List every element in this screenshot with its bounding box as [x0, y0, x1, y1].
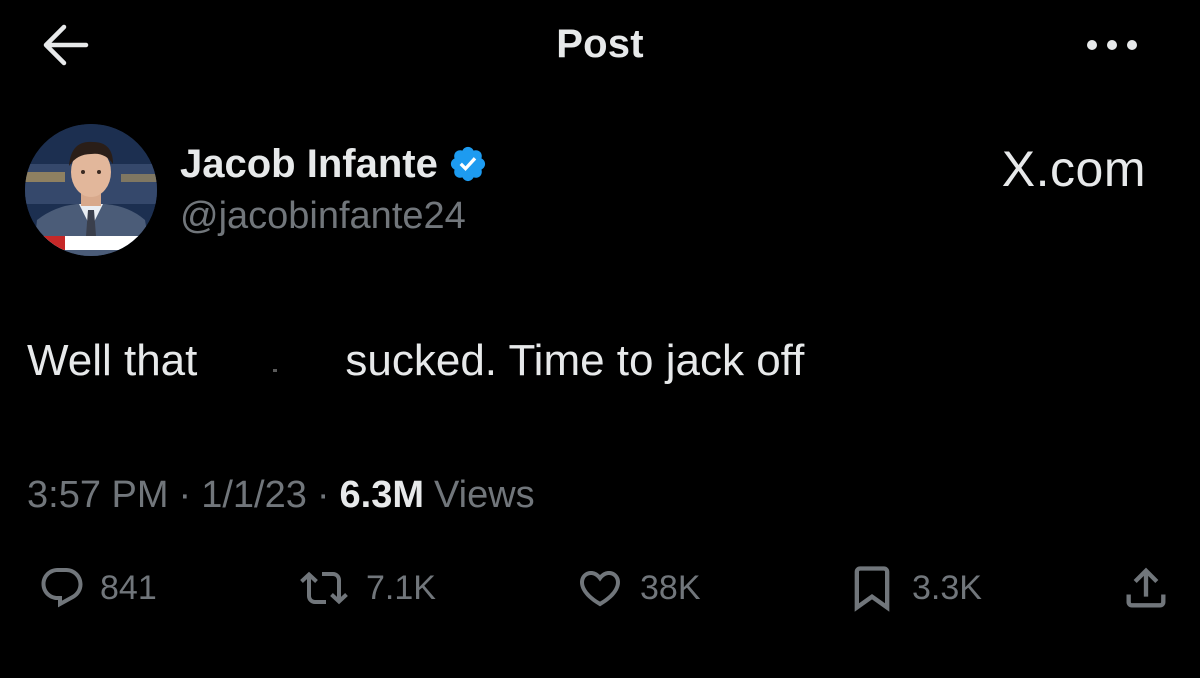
bookmark-count: 3.3K [912, 568, 982, 607]
reply-count: 841 [100, 568, 157, 607]
heart-icon [579, 571, 621, 607]
repost-button[interactable]: 7.1K [296, 556, 436, 620]
redacted-area [211, 339, 332, 383]
verified-badge-icon [450, 146, 485, 182]
avatar[interactable] [25, 124, 157, 256]
repost-count: 7.1K [366, 568, 436, 607]
page-title: Post [556, 22, 644, 66]
post-time[interactable]: 3:57 PM [27, 474, 169, 517]
bookmark-button[interactable]: 3.3K [846, 556, 982, 620]
meta-separator: · [178, 474, 192, 516]
post-date[interactable]: 1/1/23 [201, 474, 307, 517]
author-name[interactable]: Jacob Infante [180, 142, 438, 187]
xcom-watermark: X.com [1001, 141, 1146, 197]
more-dots-icon [1087, 40, 1137, 50]
author-name-row: Jacob Infante [180, 140, 488, 188]
share-icon [1126, 567, 1166, 608]
action-bar: 841 7.1K 38K 3.3K [0, 556, 1200, 620]
post-text-before: Well that [27, 336, 198, 385]
bookmark-icon [854, 566, 890, 612]
views-count[interactable]: 6.3M [340, 474, 424, 517]
reply-button[interactable]: 841 [38, 556, 157, 620]
post-text-after: sucked. Time to jack off [345, 336, 805, 385]
like-count: 38K [640, 568, 701, 607]
views-label[interactable]: Views [434, 474, 535, 517]
like-button[interactable]: 38K [574, 556, 701, 620]
avatar-photo [25, 124, 157, 256]
top-bar: Post [0, 0, 1200, 90]
reply-icon [41, 568, 83, 608]
share-button[interactable] [1120, 556, 1172, 620]
meta-separator: · [316, 474, 330, 516]
repost-icon [300, 571, 348, 605]
more-options-button[interactable] [1080, 26, 1144, 64]
author-handle[interactable]: @jacobinfante24 [180, 195, 466, 238]
post-text: Well that sucked. Time to jack off [27, 336, 804, 386]
post-meta: 3:57 PM · 1/1/23 · 6.3M Views [27, 474, 535, 517]
